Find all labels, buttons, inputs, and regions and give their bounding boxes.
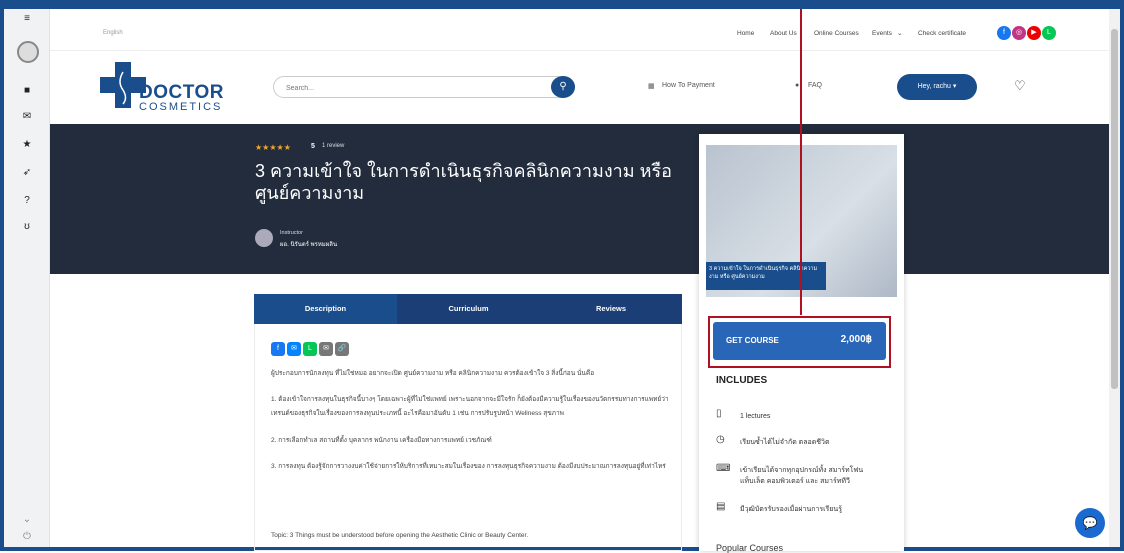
line-share-icon[interactable]: L bbox=[303, 342, 317, 356]
search-box[interactable]: ⚲ bbox=[273, 76, 575, 99]
logo-subtext: COSMETICS bbox=[139, 101, 223, 113]
user-menu-button[interactable]: Hey, rachu ▾ bbox=[897, 74, 977, 100]
description-paragraph: 2. การเลือกทำเล สถานที่ตั้ง บุคลากร พนัก… bbox=[271, 437, 492, 444]
get-course-button[interactable]: GET COURSE 2,000฿ bbox=[713, 322, 886, 360]
wallet-icon: ▦ bbox=[648, 83, 655, 90]
instagram-icon[interactable]: ◎ bbox=[1012, 26, 1026, 40]
search-icon[interactable]: ⚲ bbox=[551, 76, 575, 98]
email-share-icon[interactable]: ✉ bbox=[319, 342, 333, 356]
course-title: 3 ความเข้าใจ ในการดำเนินธุรกิจคลินิกความ… bbox=[255, 161, 672, 203]
rocket-icon[interactable]: ➶ bbox=[4, 167, 50, 178]
facebook-icon[interactable]: f bbox=[997, 26, 1011, 40]
facebook-share-icon[interactable]: f bbox=[271, 342, 285, 356]
scrollbar[interactable] bbox=[1109, 9, 1120, 547]
include-item: เรียนซ้ำได้ไม่จำกัด ตลอดชีวิต bbox=[740, 439, 830, 446]
mail-icon[interactable]: ✉ bbox=[4, 111, 50, 122]
include-item: 1 lectures bbox=[740, 413, 771, 420]
messenger-share-icon[interactable]: ✉ bbox=[287, 342, 301, 356]
thumbnail-caption: 3 ความเข้าใจ ในการดำเนินธุรกิจ คลินิกควา… bbox=[706, 262, 826, 290]
user-menu-label: Hey, rachu bbox=[917, 83, 951, 90]
scrollbar-thumb[interactable] bbox=[1111, 29, 1118, 389]
tab-description[interactable]: Description bbox=[254, 294, 397, 324]
nav-check-certificate[interactable]: Check certificate bbox=[918, 30, 966, 37]
description-paragraph: ผู้ประกอบการนักลงทุน ที่ไม่ใช่หมอ อยากจะ… bbox=[271, 370, 595, 377]
tools-icon[interactable]: ʊ bbox=[4, 221, 50, 232]
clock-icon: ◷ bbox=[716, 434, 725, 445]
instructor-name[interactable]: ผอ. นิรันดร์ พรหมผลิน bbox=[280, 239, 337, 249]
star-icon[interactable]: ★ bbox=[4, 139, 50, 150]
help-icon: ● bbox=[795, 82, 800, 89]
include-item: เข้าเรียนได้จากทุกอุปกรณ์ทั้ง สมาร์ทโฟน … bbox=[740, 467, 864, 485]
nav-online-courses[interactable]: Online Courses bbox=[814, 30, 859, 37]
nav-home[interactable]: Home bbox=[737, 30, 754, 37]
avatar[interactable] bbox=[17, 41, 39, 63]
certificate-icon: ▤ bbox=[716, 501, 726, 512]
heart-icon[interactable]: ♡ bbox=[1014, 78, 1026, 94]
include-item: มีวุฒิบัตรรับรองเมื่อผ่านการเรียนรู้ bbox=[740, 506, 842, 513]
instructor-label: Instructor bbox=[280, 230, 303, 236]
faq-link[interactable]: FAQ bbox=[808, 82, 822, 89]
nav-about[interactable]: About Us bbox=[770, 30, 797, 37]
rating-value: 5 bbox=[311, 143, 315, 150]
how-to-payment-link[interactable]: How To Payment bbox=[662, 82, 715, 89]
chevron-down-icon[interactable]: ⌄ bbox=[4, 514, 50, 525]
language-selector[interactable]: English bbox=[103, 30, 123, 36]
description-paragraph: 1. ต้องเข้าใจการลงทุนในธุรกิจนี้บางๆ โดย… bbox=[271, 396, 669, 417]
tab-reviews[interactable]: Reviews bbox=[540, 294, 682, 324]
course-tabs: Description Curriculum Reviews bbox=[254, 294, 682, 324]
power-icon[interactable]: ⏻ bbox=[4, 531, 50, 542]
link-share-icon[interactable]: 🔗 bbox=[335, 342, 349, 356]
help-icon[interactable]: ? bbox=[4, 195, 50, 206]
highlight-arrow-line bbox=[800, 9, 802, 315]
youtube-icon[interactable]: ▶ bbox=[1027, 26, 1041, 40]
includes-heading: INCLUDES bbox=[716, 375, 768, 386]
menu-icon[interactable]: ≡ bbox=[4, 13, 50, 24]
left-sidebar: ≡ ■ ✉ ★ ➶ ? ʊ ⌄ ⏻ bbox=[4, 9, 50, 547]
popular-courses-heading: Popular Courses bbox=[716, 543, 784, 553]
tab-curriculum[interactable]: Curriculum bbox=[397, 294, 540, 324]
search-input[interactable] bbox=[274, 78, 534, 99]
document-icon: ▯ bbox=[716, 408, 722, 419]
instructor-avatar bbox=[255, 229, 273, 247]
chevron-down-icon[interactable]: ⌄ bbox=[897, 29, 902, 37]
description-topic: Topic: 3 Things must be understood befor… bbox=[271, 532, 529, 539]
nav-events[interactable]: Events bbox=[872, 30, 892, 37]
course-price: 2,000฿ bbox=[840, 334, 872, 345]
get-course-label: GET COURSE bbox=[726, 336, 779, 345]
review-count[interactable]: 1 review bbox=[322, 143, 344, 149]
book-icon[interactable]: ■ bbox=[4, 85, 50, 96]
chat-icon[interactable]: 💬 bbox=[1075, 508, 1105, 538]
line-icon[interactable]: L bbox=[1042, 26, 1056, 40]
description-paragraph: 3. การลงทุน ต้องรู้จักการวางงบค่าใช้จ่าย… bbox=[271, 463, 666, 470]
laptop-icon: ⌨ bbox=[716, 463, 731, 474]
rating-stars: ★★★★★ bbox=[255, 143, 291, 152]
